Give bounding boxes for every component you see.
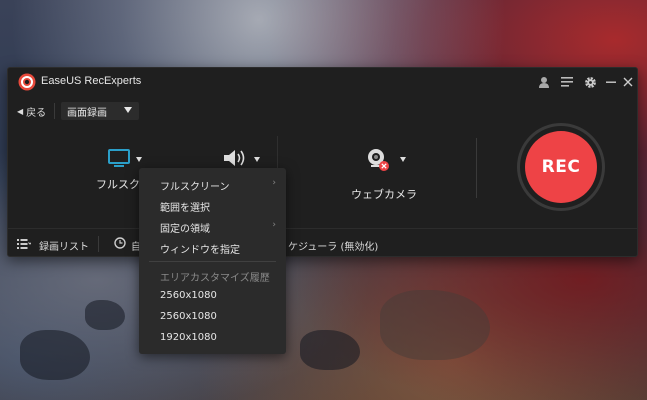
screen-source-menu: フルスクリーン › 範囲を選択 固定の領域 › ウィンドウを指定 エリアカスタマ…: [139, 168, 286, 354]
chevron-down-icon: [254, 157, 260, 162]
auto-stop-clock-icon: [114, 237, 126, 249]
menu-item-label: 範囲を選択: [160, 203, 210, 214]
menu-item-fixed-region[interactable]: 固定の領域 ›: [139, 216, 286, 236]
chevron-right-icon: ›: [272, 178, 276, 188]
rec-button-label: REC: [525, 131, 597, 203]
close-icon[interactable]: [620, 74, 636, 90]
menu-item-select-region[interactable]: 範囲を選択: [139, 195, 286, 215]
menu-separator: [149, 261, 276, 262]
history-item[interactable]: 2560x1080: [139, 307, 286, 327]
chevron-down-icon: [124, 107, 132, 113]
speaker-icon: [224, 150, 245, 166]
menu-item-select-window[interactable]: ウィンドウを指定: [139, 237, 286, 257]
mode-select[interactable]: 画面録画: [61, 102, 139, 120]
chevron-down-icon: [400, 157, 406, 162]
recorder-window: EaseUS RecExperts ◀ 戻る 画面録画 フルスクリーン ウェブカ…: [7, 67, 638, 257]
app-title: EaseUS RecExperts: [41, 75, 142, 87]
menu-item-label: ウィンドウを指定: [160, 245, 240, 256]
background-rock: [300, 330, 360, 370]
background-rock: [380, 290, 490, 360]
toolbar-divider: [54, 103, 55, 119]
history-item-label: 2560x1080: [160, 290, 217, 301]
menu-item-label: フルスクリーン: [160, 182, 230, 193]
webcam-source-button[interactable]: ウェブカメラ: [348, 148, 428, 201]
history-item[interactable]: 2560x1080: [139, 286, 286, 306]
monitor-icon: [108, 149, 130, 167]
minimize-icon[interactable]: [603, 74, 619, 90]
mode-select-value: 画面録画: [67, 108, 107, 119]
background-rock: [20, 330, 90, 380]
settings-gear-icon[interactable]: [582, 74, 598, 90]
chevron-right-icon: ›: [272, 220, 276, 230]
recording-list-link[interactable]: 録画リスト: [39, 238, 89, 253]
history-item-label: 2560x1080: [160, 311, 217, 322]
history-item-label: 1920x1080: [160, 332, 217, 343]
task-scheduler-button[interactable]: ケジューラ (無効化): [288, 238, 378, 253]
history-item[interactable]: 1920x1080: [139, 328, 286, 348]
bottom-bar: 録画リスト 自 ケジューラ (無効化): [8, 228, 637, 258]
app-logo-icon: [18, 73, 36, 91]
webcam-icon: [368, 149, 389, 171]
back-button[interactable]: ◀ 戻る: [17, 104, 46, 119]
title-bar: EaseUS RecExperts: [8, 68, 637, 96]
list-icon[interactable]: [17, 239, 31, 249]
back-label: 戻る: [26, 108, 47, 119]
menu-icon[interactable]: [559, 74, 575, 90]
rec-button[interactable]: REC: [517, 123, 605, 211]
background-rock: [85, 300, 125, 330]
chevron-down-icon: [136, 157, 142, 162]
account-icon[interactable]: [536, 74, 552, 90]
menu-item-label: 固定の領域: [160, 224, 210, 235]
toolbar: ◀ 戻る 画面録画: [8, 100, 637, 122]
rec-divider: [476, 138, 477, 198]
back-arrow-icon: ◀: [17, 107, 24, 116]
history-header: エリアカスタマイズ履歴: [160, 273, 270, 284]
bottom-divider: [98, 236, 99, 252]
webcam-source-label: ウェブカメラ: [351, 188, 417, 201]
menu-item-fullscreen[interactable]: フルスクリーン ›: [139, 174, 286, 194]
